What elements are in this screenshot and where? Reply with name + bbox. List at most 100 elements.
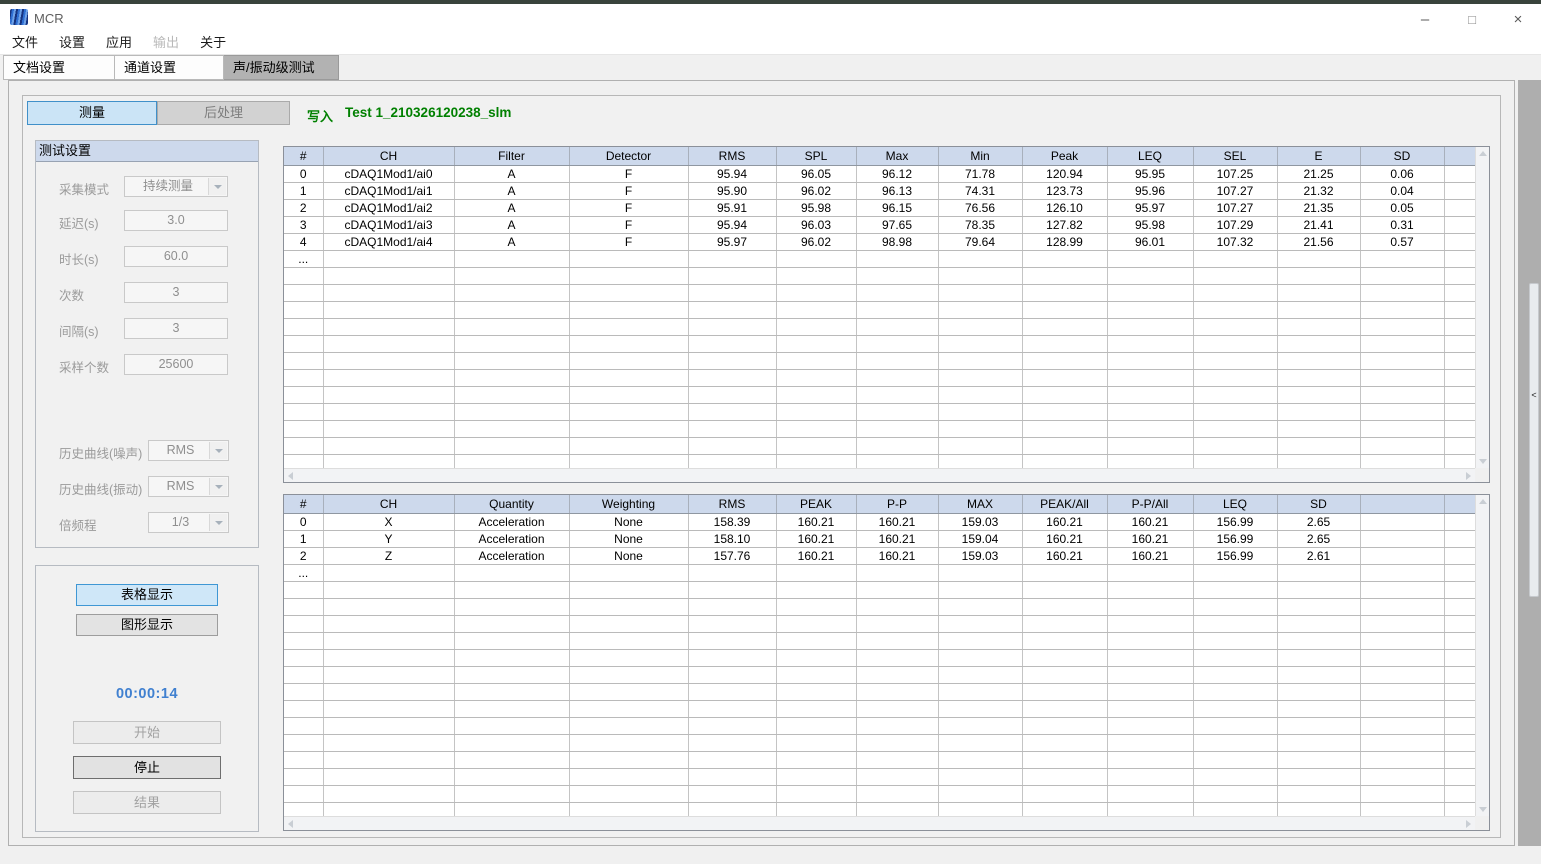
menu-item-file[interactable]: 文件 [12,32,38,54]
scroll-up-icon[interactable] [1479,151,1487,156]
column-header-blank[interactable] [1444,147,1475,165]
vibration-table-vertical-scrollbar[interactable] [1475,495,1489,816]
table-row[interactable]: 3cDAQ1Mod1/ai3AF95.9496.0397.6578.35127.… [284,216,1475,233]
cell: 107.25 [1193,165,1277,182]
column-header-ch[interactable]: CH [323,495,454,513]
postprocess-button[interactable]: 后处理 [157,101,290,125]
maximize-button[interactable]: □ [1455,8,1489,32]
column-header-e[interactable]: E [1277,147,1360,165]
delay-s-field[interactable]: 3.0 [124,210,228,231]
column-header-blank[interactable] [1360,495,1444,513]
column-header-detector[interactable]: Detector [569,147,688,165]
scroll-down-icon[interactable] [1479,807,1487,812]
menu-item-about[interactable]: 关于 [200,32,226,54]
table-row[interactable]: 4cDAQ1Mod1/ai4AF95.9796.0298.9879.64128.… [284,233,1475,250]
scroll-right-icon[interactable] [1466,820,1471,828]
table-display-button[interactable]: 表格显示 [76,584,218,606]
column-header-min[interactable]: Min [938,147,1022,165]
column-header-spl[interactable]: SPL [776,147,856,165]
cell [938,751,1022,768]
column-header-p-p[interactable]: P-P [856,495,938,513]
cell: 158.39 [688,513,776,530]
result-button[interactable]: 结果 [73,791,221,814]
scroll-down-icon[interactable] [1479,459,1487,464]
column-header-filter[interactable]: Filter [454,147,569,165]
cell [776,666,856,683]
sound-table-vertical-scrollbar[interactable] [1475,147,1489,468]
acquisition-mode-dropdown[interactable]: 持续测量 [124,176,228,197]
vibration-table-horizontal-scrollbar[interactable] [284,816,1475,830]
history-curve-noise-dropdown[interactable]: RMS [148,440,229,461]
menu-item-app[interactable]: 应用 [106,32,132,54]
minimize-button[interactable]: – [1408,8,1442,32]
column-header-peak[interactable]: PEAK [776,495,856,513]
cell [569,666,688,683]
column-header-sd[interactable]: SD [1277,495,1360,513]
cell [1022,267,1107,284]
cell [1022,335,1107,352]
cell [938,768,1022,785]
column-header-rms[interactable]: RMS [688,495,776,513]
cell: 107.27 [1193,199,1277,216]
cell [1107,649,1193,666]
cell [856,267,938,284]
collapse-splitter[interactable]: < [1529,283,1539,597]
table-row[interactable]: 2cDAQ1Mod1/ai2AF95.9195.9896.1576.56126.… [284,199,1475,216]
column-header-max[interactable]: MAX [938,495,1022,513]
empty-row [284,632,1475,649]
cell [323,403,454,420]
tab-sound-vibration-test[interactable]: 声/振动级测试 [224,55,339,80]
sample-count-field[interactable]: 25600 [124,354,228,375]
column-header-blank[interactable]: # [284,147,323,165]
tab-doc-settings[interactable]: 文档设置 [3,55,115,80]
cell: 123.73 [1022,182,1107,199]
column-header-quantity[interactable]: Quantity [454,495,569,513]
graph-display-button[interactable]: 图形显示 [76,614,218,636]
cell [856,335,938,352]
close-button[interactable]: × [1501,8,1535,32]
tab-channel-settings[interactable]: 通道设置 [115,55,224,80]
column-header-leq[interactable]: LEQ [1193,495,1277,513]
scroll-right-icon[interactable] [1466,472,1471,480]
table-row[interactable]: 0cDAQ1Mod1/ai0AF95.9496.0596.1271.78120.… [284,165,1475,182]
start-button[interactable]: 开始 [73,721,221,744]
table-row[interactable]: 2ZAccelerationNone157.76160.21160.21159.… [284,547,1475,564]
acquisition-mode-label: 采集模式 [59,179,109,198]
column-header-blank[interactable]: # [284,495,323,513]
cell [323,734,454,751]
cell: ... [284,250,323,267]
column-header-peak-all[interactable]: PEAK/All [1022,495,1107,513]
scroll-up-icon[interactable] [1479,499,1487,504]
cell [856,403,938,420]
sound-table-horizontal-scrollbar[interactable] [284,468,1475,482]
column-header-sel[interactable]: SEL [1193,147,1277,165]
scroll-left-icon[interactable] [288,472,293,480]
measure-button[interactable]: 测量 [27,101,157,125]
column-header-peak[interactable]: Peak [1022,147,1107,165]
column-header-max[interactable]: Max [856,147,938,165]
cell [454,785,569,802]
table-row[interactable]: 1YAccelerationNone158.10160.21160.21159.… [284,530,1475,547]
table-row[interactable]: 1cDAQ1Mod1/ai1AF95.9096.0296.1374.31123.… [284,182,1475,199]
cell [1360,785,1444,802]
table-row[interactable]: 0XAccelerationNone158.39160.21160.21159.… [284,513,1475,530]
column-header-rms[interactable]: RMS [688,147,776,165]
count-field[interactable]: 3 [124,282,228,303]
history-curve-vib-dropdown[interactable]: RMS [148,476,229,497]
column-header-leq[interactable]: LEQ [1107,147,1193,165]
cell [284,301,323,318]
stop-button[interactable]: 停止 [73,756,221,779]
column-header-blank[interactable] [1444,495,1475,513]
column-header-sd[interactable]: SD [1360,147,1444,165]
column-header-p-p-all[interactable]: P-P/All [1107,495,1193,513]
interval-s-field[interactable]: 3 [124,318,228,339]
column-header-weighting[interactable]: Weighting [569,495,688,513]
scroll-left-icon[interactable] [288,820,293,828]
menu-item-settings[interactable]: 设置 [59,32,85,54]
cell: 156.99 [1193,513,1277,530]
duration-s-field[interactable]: 60.0 [124,246,228,267]
cell [569,403,688,420]
cell: cDAQ1Mod1/ai3 [323,216,454,233]
octave-dropdown[interactable]: 1/3 [148,512,229,533]
column-header-ch[interactable]: CH [323,147,454,165]
